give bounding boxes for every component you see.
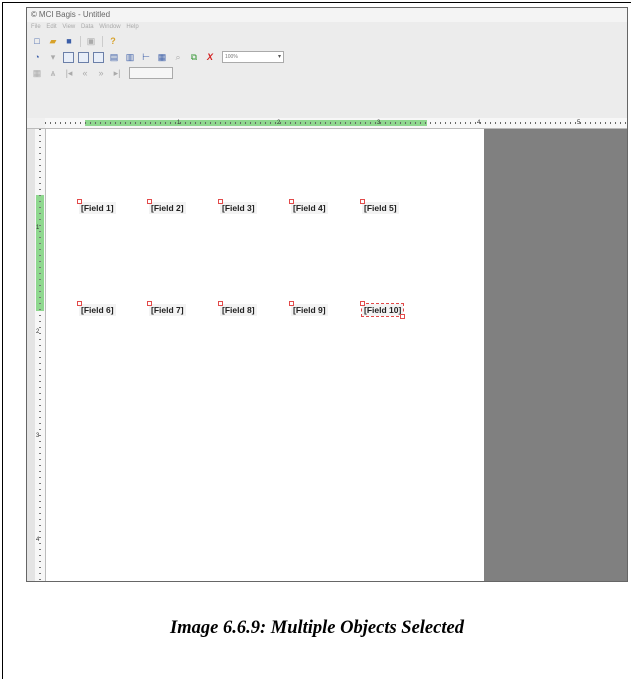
selection-handle[interactable] <box>289 199 294 204</box>
selection-handle[interactable] <box>147 199 152 204</box>
ruler-number: 3 <box>36 433 40 439</box>
previous-record-icon[interactable]: « <box>79 68 91 79</box>
navigation-toolbar: ▦ ѧ |◂ « » ▸| <box>27 65 627 81</box>
selection-handle[interactable] <box>218 301 223 306</box>
search-icon[interactable]: ⌕ <box>172 52 184 63</box>
open-folder-icon[interactable]: ▰ <box>47 36 59 47</box>
last-record-icon[interactable]: ▸| <box>111 68 123 79</box>
barcode-icon[interactable]: ▦ <box>156 52 168 63</box>
menu-help[interactable]: Help <box>126 24 138 30</box>
print-icon[interactable]: ▣ <box>85 36 97 47</box>
ruler-corner <box>27 118 45 129</box>
field-object[interactable]: [Field 8] <box>218 301 257 316</box>
chevron-down-icon: ▾ <box>277 54 281 60</box>
find-icon[interactable]: ѧ <box>47 68 59 79</box>
field-label: [Field 5] <box>364 203 397 213</box>
field-object[interactable]: [Field 9] <box>289 301 328 316</box>
memo-field-icon[interactable] <box>93 51 104 63</box>
zoom-value: 100% <box>225 54 238 60</box>
next-record-icon[interactable]: » <box>95 68 107 79</box>
selection-handle[interactable] <box>77 199 82 204</box>
grid-icon[interactable]: ▦ <box>31 68 43 79</box>
ruler-ticks <box>45 122 627 124</box>
ruler-number: 1 <box>177 120 181 126</box>
toolbar-separator <box>80 35 81 47</box>
field-label: [Field 2] <box>151 203 184 213</box>
field-object[interactable]: [Field 1] <box>77 199 116 214</box>
design-toolbar: ◔ ▾ ▤ ▥ ⊢ ▦ ⌕ ⧉ X 100% ▾ <box>27 49 627 65</box>
zoom-select[interactable]: 100% ▾ <box>222 51 284 63</box>
field-object[interactable]: [Field 3] <box>218 199 257 214</box>
vertical-ruler: 1 2 3 4 <box>35 129 46 581</box>
line-icon[interactable]: ⊢ <box>140 52 152 63</box>
delete-icon[interactable]: X <box>204 52 216 63</box>
copy-icon[interactable]: ⧉ <box>188 52 200 63</box>
field-label: [Field 10] <box>364 305 402 315</box>
label-design-page[interactable]: [Field 1] [Field 2] [Field 3] [Field 4] … <box>46 129 484 581</box>
menu-data[interactable]: Data <box>81 24 94 30</box>
application-window: © MCI Bagis - Untitled File Edit View Dat… <box>26 7 628 582</box>
toolbar-separator <box>102 35 103 47</box>
field-label: [Field 4] <box>293 203 326 213</box>
field-label: [Field 3] <box>222 203 255 213</box>
help-icon[interactable]: ? <box>107 36 119 47</box>
selection-handle[interactable] <box>218 199 223 204</box>
field-label: [Field 9] <box>293 305 326 315</box>
image-icon[interactable]: ▤ <box>108 52 120 63</box>
field-object[interactable]: [Field 7] <box>147 301 186 316</box>
save-icon[interactable]: ■ <box>63 36 75 47</box>
workspace-background <box>484 129 627 581</box>
figure-caption: Image 6.6.9: Multiple Objects Selected <box>170 618 464 638</box>
new-file-icon[interactable]: □ <box>31 36 43 47</box>
field-label: [Field 7] <box>151 305 184 315</box>
selection-handle[interactable] <box>147 301 152 306</box>
ruler-number: 3 <box>377 120 381 126</box>
menu-edit[interactable]: Edit <box>46 24 56 30</box>
selection-handle[interactable] <box>360 301 365 306</box>
selection-handle[interactable] <box>360 199 365 204</box>
selection-handle[interactable] <box>77 301 82 306</box>
insert-object-icon[interactable]: ◔ <box>31 52 43 63</box>
field-object-primary-selected[interactable]: [Field 10] <box>360 301 406 319</box>
selection-handle[interactable] <box>289 301 294 306</box>
selection-handle[interactable] <box>400 314 406 319</box>
standard-toolbar: □ ▰ ■ ▣ ? <box>27 33 627 49</box>
first-record-icon[interactable]: |◂ <box>63 68 75 79</box>
app-icon: © <box>31 10 37 19</box>
ruler-number: 5 <box>577 120 581 126</box>
ruler-number: 1 <box>36 225 40 231</box>
field-object[interactable]: [Field 5] <box>360 199 399 214</box>
field-label: [Field 1] <box>81 203 114 213</box>
menu-window[interactable]: Window <box>99 24 120 30</box>
picture-icon[interactable]: ▥ <box>124 52 136 63</box>
ruler-number: 2 <box>277 120 281 126</box>
field-object[interactable]: [Field 6] <box>77 301 116 316</box>
horizontal-ruler: 1 2 3 4 5 <box>45 118 627 129</box>
ruler-number: 2 <box>36 329 40 335</box>
window-title: MCI Bagis - Untitled <box>38 10 111 19</box>
dropdown-arrow-icon[interactable]: ▾ <box>47 52 59 63</box>
menu-bar: File Edit View Data Window Help <box>27 22 627 32</box>
menu-file[interactable]: File <box>31 24 41 30</box>
ruler-ticks <box>39 129 41 581</box>
left-margin-strip <box>27 129 35 581</box>
ruler-number: 4 <box>477 120 481 126</box>
field-label: [Field 6] <box>81 305 114 315</box>
title-bar: © MCI Bagis - Untitled <box>27 8 627 22</box>
ruler-number: 4 <box>36 537 40 543</box>
field-label: [Field 8] <box>222 305 255 315</box>
label-field-icon[interactable] <box>78 51 89 63</box>
menu-view[interactable]: View <box>62 24 75 30</box>
field-object[interactable]: [Field 4] <box>289 199 328 214</box>
field-object[interactable]: [Field 2] <box>147 199 186 214</box>
record-number-input[interactable] <box>129 67 173 79</box>
text-field-icon[interactable] <box>63 51 74 63</box>
